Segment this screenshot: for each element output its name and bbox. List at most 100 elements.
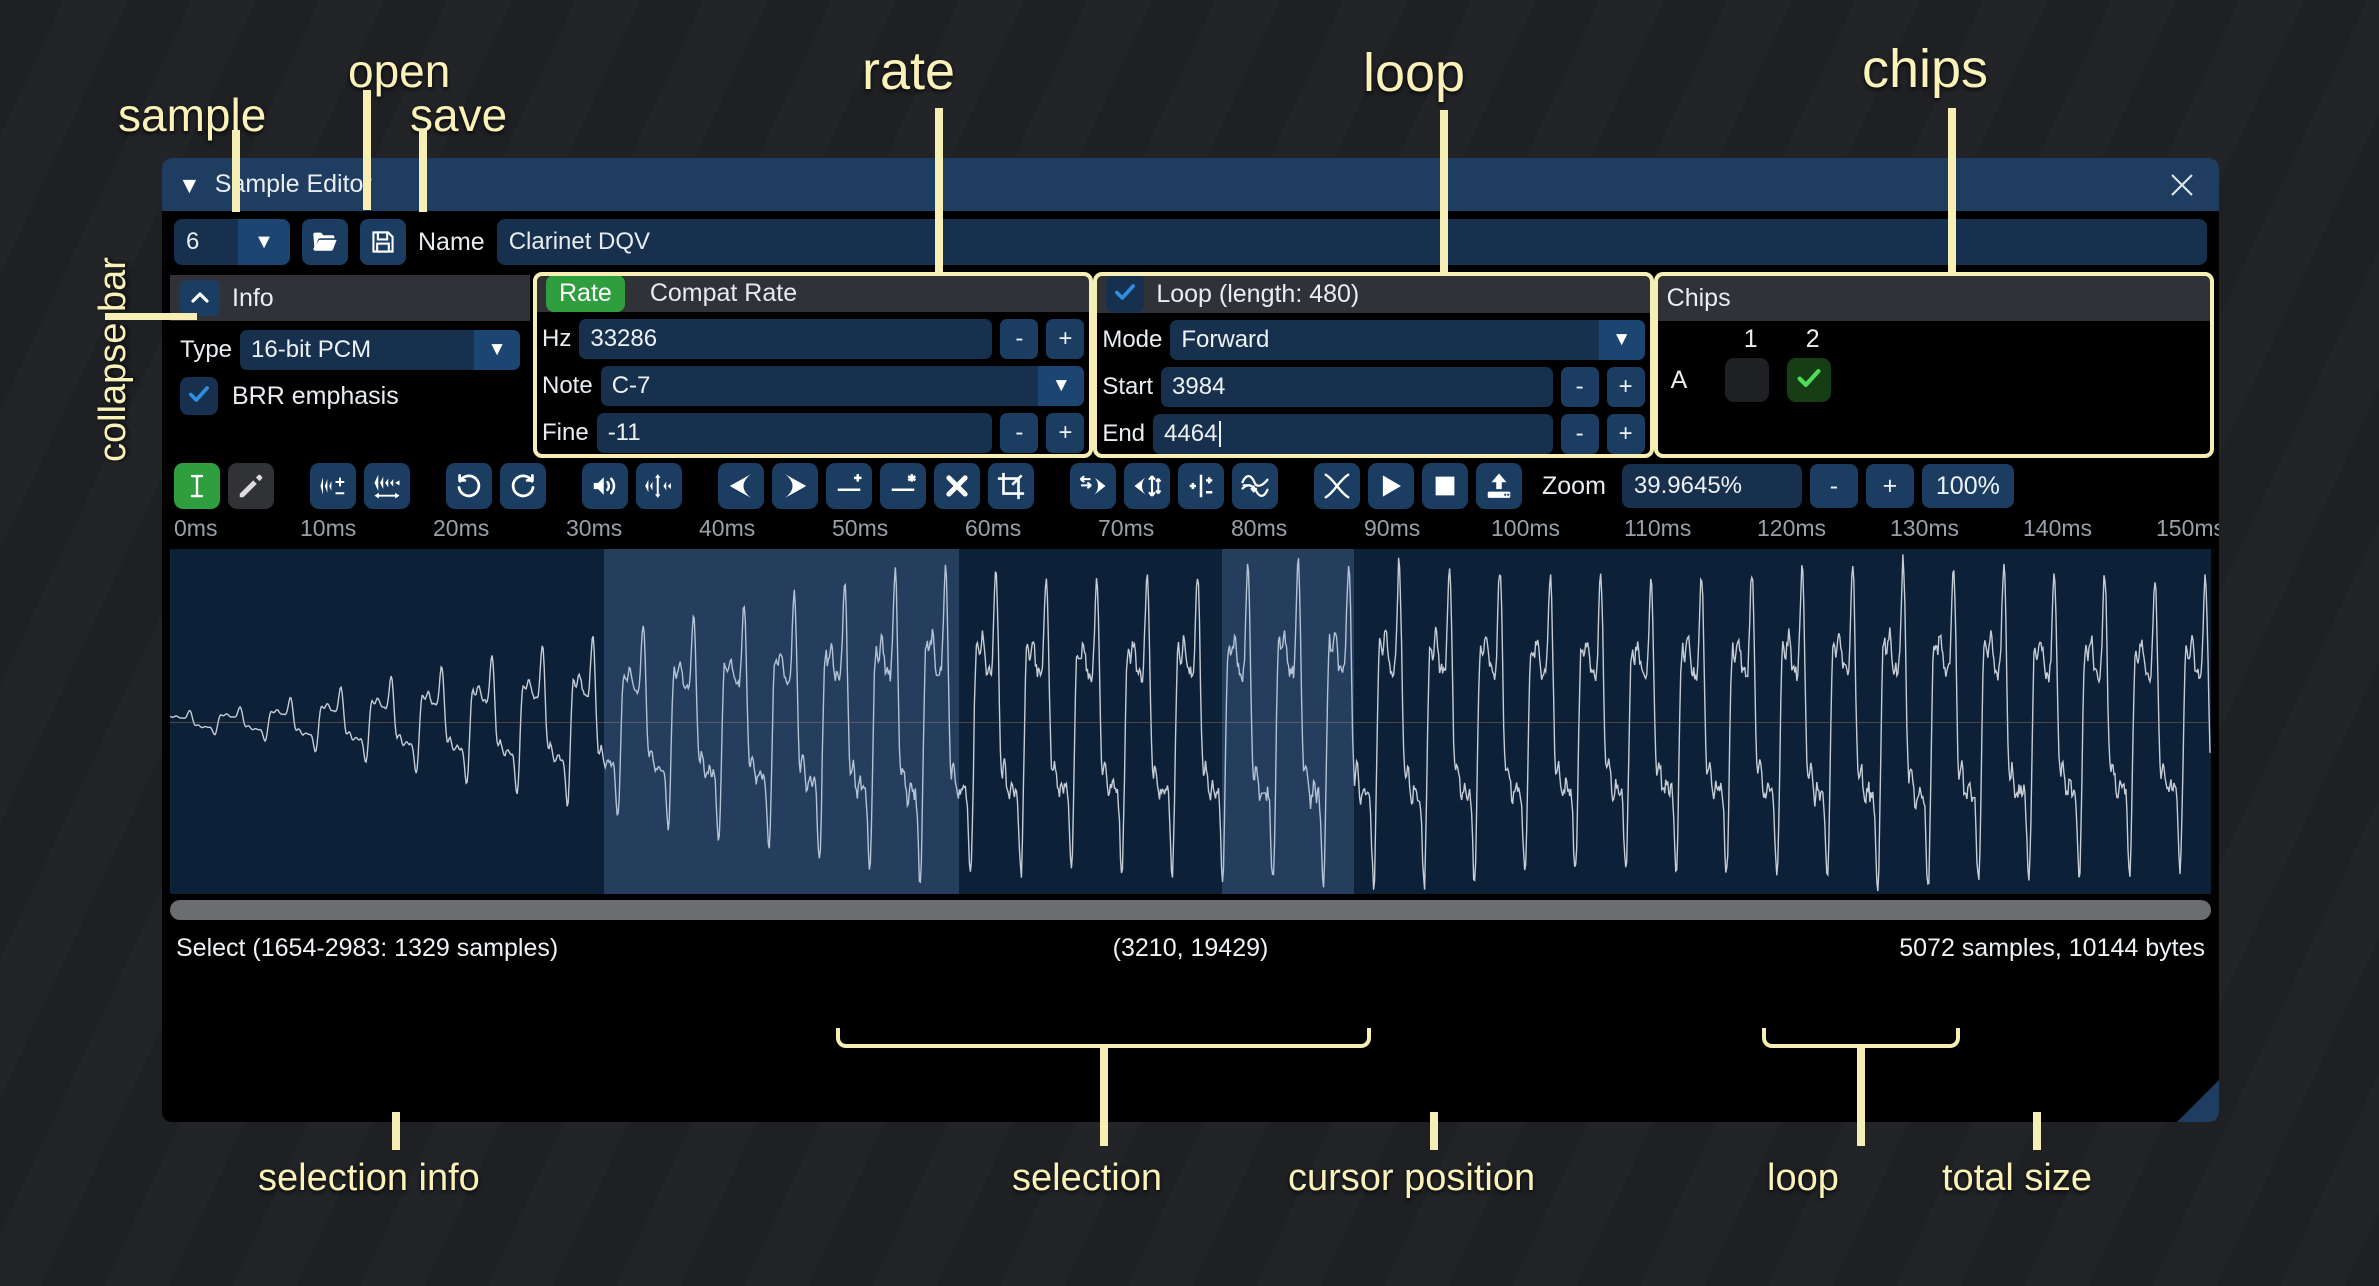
folder-open-icon bbox=[311, 228, 339, 256]
crossfade-loop-button[interactable] bbox=[1314, 463, 1360, 509]
status-bar: Select (1654-2983: 1329 samples) (3210, … bbox=[170, 920, 2211, 976]
note-row: Note C-7 ▼ bbox=[542, 365, 1084, 407]
delete-button[interactable] bbox=[934, 463, 980, 509]
horizontal-scrollbar[interactable] bbox=[170, 900, 2211, 920]
sample-index-dropdown[interactable]: 6 ▼ bbox=[174, 219, 290, 265]
fine-increment-button[interactable]: + bbox=[1046, 413, 1084, 453]
loop-start-increment-button[interactable]: + bbox=[1607, 367, 1645, 407]
edit-toolbar: Zoom 39.9645% - + 100% bbox=[162, 455, 2219, 515]
invert-button[interactable] bbox=[1124, 463, 1170, 509]
loop-panel-body: Mode Forward ▼ Start 3984 - + End bbox=[1096, 313, 1650, 455]
undo-button[interactable] bbox=[446, 463, 492, 509]
pencil-draw-tool-button[interactable] bbox=[228, 463, 274, 509]
collapse-caret-icon[interactable]: ▼ bbox=[178, 174, 201, 197]
close-x-icon bbox=[942, 471, 972, 501]
info-panel-body: Type 16-bit PCM ▼ BRR emphasis bbox=[170, 321, 530, 455]
loop-end-increment-button[interactable]: + bbox=[1607, 414, 1645, 454]
loop-enable-checkbox[interactable] bbox=[1106, 275, 1144, 313]
ruler-tick: 0ms bbox=[174, 515, 217, 542]
save-sample-button[interactable] bbox=[360, 219, 406, 265]
undo-icon bbox=[454, 471, 484, 501]
redo-button[interactable] bbox=[500, 463, 546, 509]
annotation-selection-brace bbox=[836, 1028, 1371, 1048]
chevron-down-icon[interactable]: ▼ bbox=[474, 330, 520, 370]
chevron-up-icon[interactable] bbox=[180, 280, 220, 316]
window-titlebar[interactable]: ▼ Sample Editor bbox=[162, 158, 2219, 211]
loop-start-input[interactable]: 3984 bbox=[1161, 367, 1553, 407]
fine-input[interactable]: -11 bbox=[597, 413, 993, 453]
fade-in-button[interactable] bbox=[718, 463, 764, 509]
tab-compat-rate[interactable]: Compat Rate bbox=[637, 275, 810, 312]
loop-end-input[interactable]: 4464 bbox=[1153, 414, 1553, 454]
note-dropdown[interactable]: C-7 ▼ bbox=[601, 366, 1085, 406]
create-instrument-button[interactable] bbox=[1476, 463, 1522, 509]
loop-end-decrement-button[interactable]: - bbox=[1561, 414, 1599, 454]
zoom-decrement-button[interactable]: - bbox=[1810, 464, 1858, 508]
loop-start-decrement-button[interactable]: - bbox=[1561, 367, 1599, 407]
time-ruler[interactable]: 0ms 10ms 20ms 30ms 40ms 50ms 60ms 70ms 8… bbox=[170, 515, 2211, 545]
waveform-resize-icon bbox=[318, 471, 348, 501]
loop-start-label: Start bbox=[1102, 373, 1153, 401]
annotation-total-size: total size bbox=[1942, 1157, 2092, 1200]
reverse-button[interactable] bbox=[1070, 463, 1116, 509]
hz-input[interactable]: 33286 bbox=[579, 319, 992, 359]
insert-silence-button[interactable] bbox=[826, 463, 872, 509]
hz-decrement-button[interactable]: - bbox=[1000, 319, 1038, 359]
preview-play-button[interactable] bbox=[1368, 463, 1414, 509]
chips-panel-header: Chips bbox=[1657, 275, 2211, 321]
ruler-tick: 20ms bbox=[433, 515, 489, 542]
annotation-collapse-bar-leader bbox=[105, 313, 197, 320]
chip-toggle-a1[interactable] bbox=[1725, 358, 1769, 402]
sample-editor-window: ▼ Sample Editor 6 ▼ Name bbox=[162, 158, 2219, 1122]
chips-panel-body: 1 2 A bbox=[1657, 321, 2211, 455]
chevron-down-icon[interactable]: ▼ bbox=[1038, 366, 1084, 406]
stop-icon bbox=[1430, 471, 1460, 501]
resize-sample-button[interactable] bbox=[310, 463, 356, 509]
annotation-collapse-bar: collapse bar bbox=[92, 257, 135, 462]
annotation-rate-leader bbox=[935, 108, 943, 272]
check-icon bbox=[1112, 279, 1138, 310]
scrollbar-thumb[interactable] bbox=[170, 900, 2211, 920]
chips-row-header: A bbox=[1671, 366, 1715, 395]
apply-silence-button[interactable] bbox=[880, 463, 926, 509]
fade-out-button[interactable] bbox=[772, 463, 818, 509]
loop-mode-dropdown[interactable]: Forward ▼ bbox=[1170, 320, 1644, 360]
open-sample-button[interactable] bbox=[302, 219, 348, 265]
loop-end-label: End bbox=[1102, 420, 1145, 448]
brr-emphasis-checkbox[interactable] bbox=[180, 377, 218, 415]
silence-star-icon bbox=[888, 471, 918, 501]
sample-index-value: 6 bbox=[174, 219, 238, 265]
redo-icon bbox=[508, 471, 538, 501]
annotation-loop-panel: loop bbox=[1363, 42, 1465, 104]
amplify-button[interactable] bbox=[582, 463, 628, 509]
ruler-tick: 110ms bbox=[1624, 515, 1691, 542]
filter-button[interactable] bbox=[1232, 463, 1278, 509]
zoom-increment-button[interactable]: + bbox=[1866, 464, 1914, 508]
rate-panel: Rate Compat Rate Hz 33286 - + Note C-7 bbox=[536, 275, 1090, 455]
name-label: Name bbox=[418, 228, 485, 257]
resample-button[interactable] bbox=[364, 463, 410, 509]
waveform-canvas[interactable] bbox=[170, 549, 2211, 894]
signed-unsigned-button[interactable] bbox=[1178, 463, 1224, 509]
tab-rate[interactable]: Rate bbox=[546, 275, 625, 312]
select-tool-button[interactable] bbox=[174, 463, 220, 509]
stop-preview-button[interactable] bbox=[1422, 463, 1468, 509]
trim-button[interactable] bbox=[988, 463, 1034, 509]
close-icon[interactable] bbox=[2167, 170, 2197, 200]
fine-decrement-button[interactable]: - bbox=[1000, 413, 1038, 453]
loop-start-row: Start 3984 - + bbox=[1102, 366, 1644, 408]
chevron-down-icon[interactable]: ▼ bbox=[238, 219, 290, 265]
resize-grip[interactable] bbox=[2177, 1080, 2219, 1122]
fade-out-icon bbox=[780, 471, 810, 501]
normalize-button[interactable] bbox=[636, 463, 682, 509]
chip-toggle-a2[interactable] bbox=[1787, 358, 1831, 402]
ruler-tick: 100ms bbox=[1491, 515, 1560, 542]
type-dropdown[interactable]: 16-bit PCM ▼ bbox=[240, 330, 520, 370]
zoom-reset-button[interactable]: 100% bbox=[1922, 464, 2014, 508]
ruler-tick: 80ms bbox=[1231, 515, 1287, 542]
hz-increment-button[interactable]: + bbox=[1046, 319, 1084, 359]
chevron-down-icon[interactable]: ▼ bbox=[1599, 320, 1645, 360]
hz-label: Hz bbox=[542, 325, 571, 353]
brr-emphasis-row[interactable]: BRR emphasis bbox=[180, 377, 520, 415]
zoom-input[interactable]: 39.9645% bbox=[1622, 464, 1802, 508]
